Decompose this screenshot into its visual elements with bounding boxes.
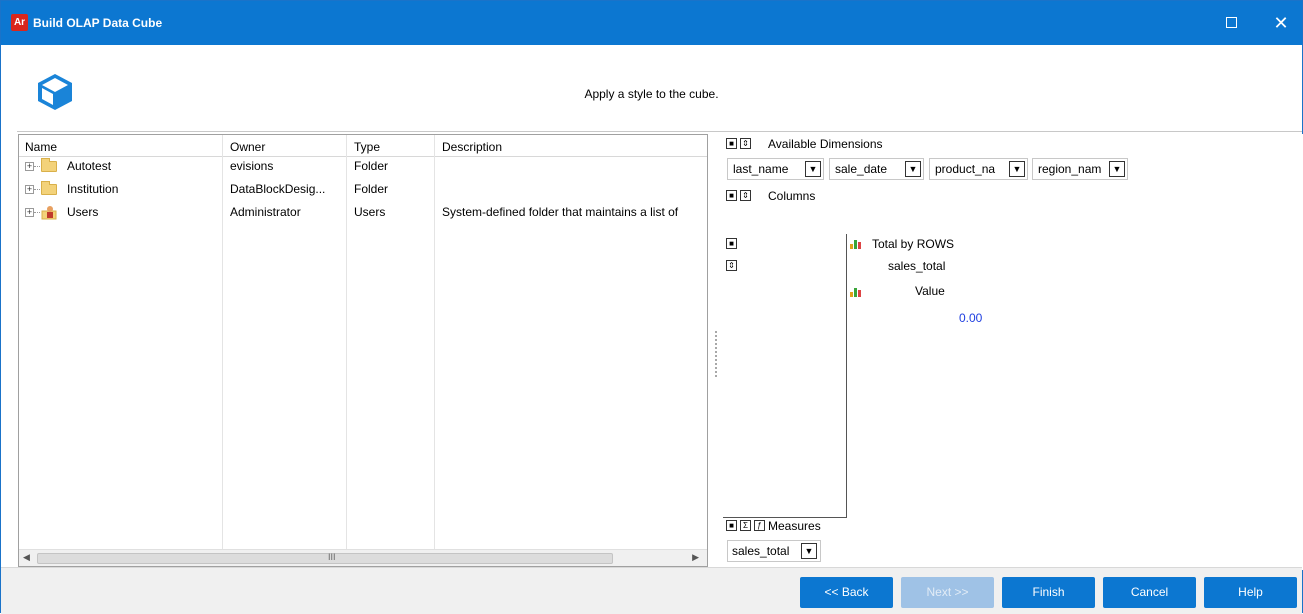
- users-icon: [41, 206, 57, 220]
- wizard-header: Apply a style to the cube.: [1, 45, 1302, 131]
- wizard-footer: << Back Next >> Finish Cancel Help: [1, 567, 1302, 614]
- rows-area[interactable]: ■ ⇕: [723, 234, 847, 518]
- row-type: Folder: [354, 159, 389, 173]
- cell-value[interactable]: 0.00: [959, 311, 982, 325]
- maximize-icon: [1225, 17, 1237, 29]
- dimension-region[interactable]: region_nam ▼: [1032, 158, 1128, 180]
- tree-connector: [34, 166, 40, 167]
- scroll-grip: III: [328, 552, 336, 562]
- close-icon: ✕: [1273, 13, 1289, 33]
- total-by-rows-label: Total by ROWS: [872, 237, 955, 251]
- dimension-label: last_name: [733, 162, 789, 176]
- sort-icon[interactable]: ⇕: [740, 190, 751, 201]
- scroll-thumb[interactable]: III: [37, 552, 613, 564]
- dimension-product[interactable]: product_na ▼: [929, 158, 1028, 180]
- row-description: System-defined folder that maintains a l…: [442, 205, 679, 219]
- value-label: Value: [915, 284, 945, 298]
- style-tree-grid[interactable]: Name Owner Type Description + Autotest e…: [18, 134, 708, 567]
- tree-row-autotest[interactable]: + Autotest evisions Folder: [19, 158, 707, 176]
- expand-icon[interactable]: +: [25, 185, 34, 194]
- dropdown-arrow-icon[interactable]: ▼: [801, 543, 817, 559]
- scroll-left-icon[interactable]: ◀: [23, 552, 30, 563]
- tree-connector: [34, 189, 40, 190]
- tree-row-institution[interactable]: + Institution DataBlockDesig... Folder: [19, 181, 707, 199]
- dropdown-arrow-icon[interactable]: ▼: [1009, 161, 1025, 177]
- dropdown-arrow-icon[interactable]: ▼: [1109, 161, 1125, 177]
- header-divider: [17, 131, 1302, 132]
- sum-icon[interactable]: Σ: [740, 520, 751, 531]
- expand-icon[interactable]: +: [25, 208, 34, 217]
- measure-chart-icon: [850, 288, 861, 297]
- cancel-button[interactable]: Cancel: [1103, 577, 1196, 608]
- row-type: Users: [354, 205, 386, 219]
- help-button[interactable]: Help: [1204, 577, 1297, 608]
- sort-icon[interactable]: ⇕: [740, 138, 751, 149]
- folder-icon: [41, 181, 57, 195]
- sort-icon[interactable]: ⇕: [726, 260, 737, 271]
- tree-row-users[interactable]: + Users Administrator Users System-defin…: [19, 204, 707, 222]
- dropdown-arrow-icon[interactable]: ▼: [805, 161, 821, 177]
- measure-chart-icon: [850, 240, 861, 249]
- measures-label: Measures: [768, 519, 821, 533]
- finish-button[interactable]: Finish: [1002, 577, 1095, 608]
- olap-designer: ■ ⇕ Available Dimensions last_name ▼ sal…: [723, 134, 1303, 570]
- dimension-label: product_na: [935, 162, 996, 176]
- dropdown-arrow-icon[interactable]: ▼: [905, 161, 921, 177]
- column-header-owner[interactable]: Owner: [230, 140, 265, 154]
- app-logo-icon: Ar: [11, 14, 28, 31]
- row-name: Autotest: [67, 159, 112, 173]
- row-type: Folder: [354, 182, 389, 196]
- panel-splitter[interactable]: [715, 331, 717, 377]
- row-name: Users: [67, 205, 99, 219]
- back-button[interactable]: << Back: [800, 577, 893, 608]
- function-icon[interactable]: ƒ: [754, 520, 765, 531]
- grid-header: Name Owner Type Description: [19, 135, 707, 157]
- row-name: Institution: [67, 182, 119, 196]
- sales-total-label: sales_total: [888, 259, 946, 273]
- row-owner: evisions: [230, 159, 274, 173]
- measure-label: sales_total: [732, 544, 790, 558]
- folder-icon: [41, 158, 57, 172]
- title-bar: Ar Build OLAP Data Cube ✕: [1, 1, 1302, 45]
- dimension-last-name[interactable]: last_name ▼: [727, 158, 824, 180]
- dimension-sale-date[interactable]: sale_date ▼: [829, 158, 924, 180]
- tree-connector: [34, 212, 40, 213]
- measure-sales-total[interactable]: sales_total ▼: [727, 540, 821, 562]
- close-button[interactable]: ✕: [1266, 9, 1296, 37]
- column-header-name[interactable]: Name: [25, 140, 57, 154]
- toggle-square-icon[interactable]: ■: [726, 520, 737, 531]
- column-header-description[interactable]: Description: [442, 140, 502, 154]
- row-owner: Administrator: [230, 205, 301, 219]
- available-dimensions-label: Available Dimensions: [768, 137, 883, 151]
- toggle-square-icon[interactable]: ■: [726, 238, 737, 249]
- dimension-label: region_nam: [1038, 162, 1102, 176]
- columns-label: Columns: [768, 189, 816, 203]
- instruction-text: Apply a style to the cube.: [584, 87, 719, 101]
- build-olap-dialog: Ar Build OLAP Data Cube ✕ Apply a style …: [0, 0, 1303, 614]
- dimension-label: sale_date: [835, 162, 888, 176]
- window-title: Build OLAP Data Cube: [33, 16, 163, 30]
- horizontal-scrollbar[interactable]: ◀ III ▶: [19, 549, 707, 566]
- expand-icon[interactable]: +: [25, 162, 34, 171]
- column-header-type[interactable]: Type: [354, 140, 380, 154]
- row-owner: DataBlockDesig...: [230, 182, 326, 196]
- next-button[interactable]: Next >>: [901, 577, 994, 608]
- toggle-square-icon[interactable]: ■: [726, 138, 737, 149]
- maximize-button[interactable]: [1216, 9, 1246, 37]
- toggle-square-icon[interactable]: ■: [726, 190, 737, 201]
- scroll-right-icon[interactable]: ▶: [692, 552, 699, 563]
